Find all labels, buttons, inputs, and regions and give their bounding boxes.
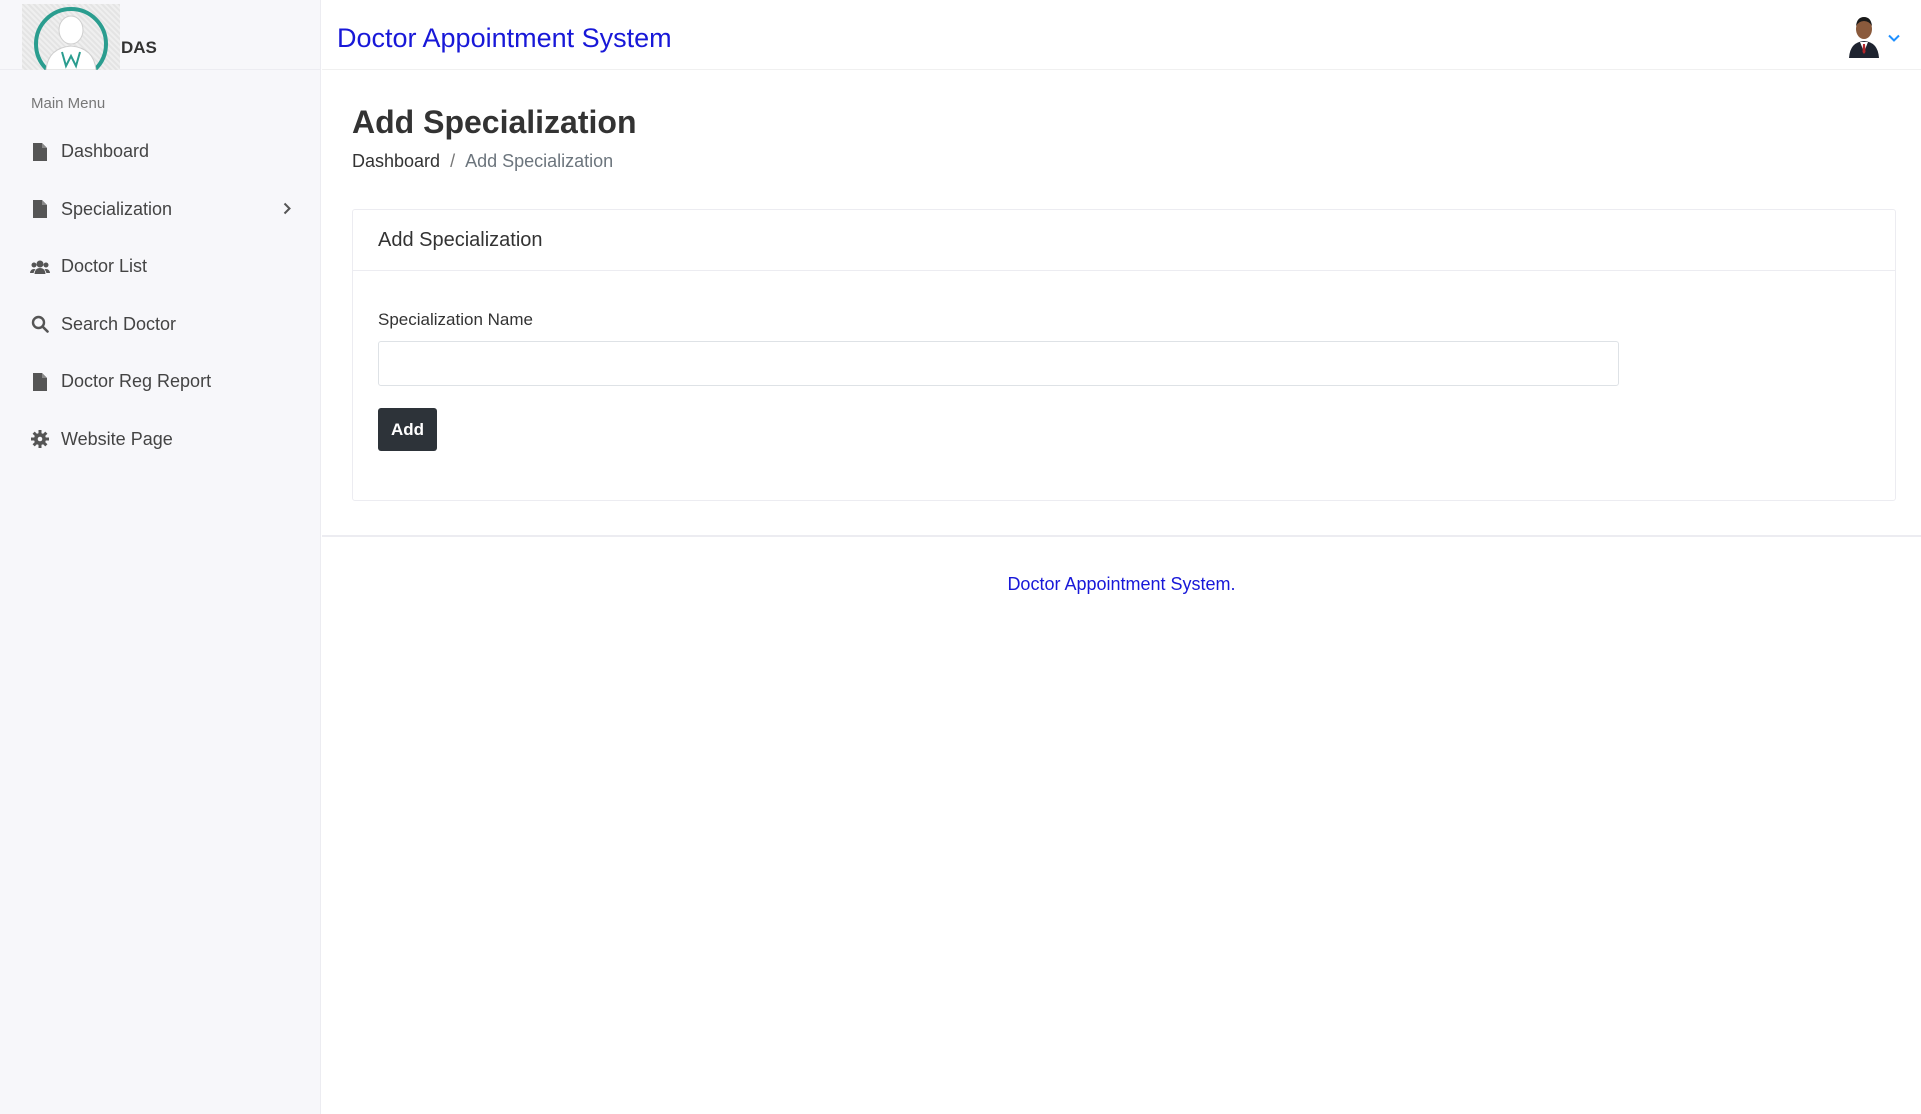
sidebar-item-doctor-list[interactable]: Doctor List [0,238,321,296]
page-title: Add Specialization [352,104,637,140]
sidebar-item-label: Search Doctor [61,313,177,334]
sidebar-item-label: Dashboard [61,141,150,162]
brand[interactable]: DAS [0,0,321,70]
add-specialization-card: Add Specialization Specialization Name A… [352,209,1896,501]
file-icon [30,372,50,392]
file-icon [30,142,50,162]
chevron-right-icon [283,199,291,220]
sidebar-item-website-page[interactable]: Website Page [0,411,321,469]
breadcrumb-dashboard-link[interactable]: Dashboard [352,151,440,172]
sidebar-item-dashboard[interactable]: Dashboard [0,123,321,181]
sidebar-item-search-doctor[interactable]: Search Doctor [0,296,321,354]
specialization-name-label: Specialization Name [378,310,533,329]
avatar [1847,14,1881,63]
breadcrumb-separator: / [450,151,456,171]
site-title[interactable]: Doctor Appointment System [337,23,672,54]
sidebar: DAS Main Menu Dashboard Specialization D… [0,0,321,1114]
users-icon [30,257,50,277]
footer: Doctor Appointment System. [322,535,1921,594]
sidebar-item-label: Specialization [61,198,173,219]
doctor-logo-icon [22,4,120,70]
sidebar-item-label: Website Page [61,428,173,449]
breadcrumb-current: Add Specialization [465,151,614,171]
brand-name: DAS [121,38,157,57]
specialization-name-input[interactable] [378,341,1619,386]
footer-text: Doctor Appointment System. [1007,574,1236,594]
gear-icon [30,429,50,449]
sidebar-item-label: Doctor Reg Report [61,371,212,392]
sidebar-item-doctor-reg-report[interactable]: Doctor Reg Report [0,353,321,411]
breadcrumb: Dashboard / Add Specialization [352,151,613,172]
sidebar-item-label: Doctor List [61,256,148,277]
main-menu-title: Main Menu [31,95,106,112]
add-button[interactable]: Add [378,408,437,451]
sidebar-menu: Dashboard Specialization Doctor List Sea… [0,123,321,468]
card-title: Add Specialization [353,210,1895,271]
user-menu-toggle[interactable] [1847,14,1901,63]
sidebar-item-specialization[interactable]: Specialization [0,181,321,239]
search-icon [30,314,50,334]
top-header: Doctor Appointment System [322,0,1921,70]
chevron-down-icon [1887,30,1901,48]
file-icon [30,199,50,219]
